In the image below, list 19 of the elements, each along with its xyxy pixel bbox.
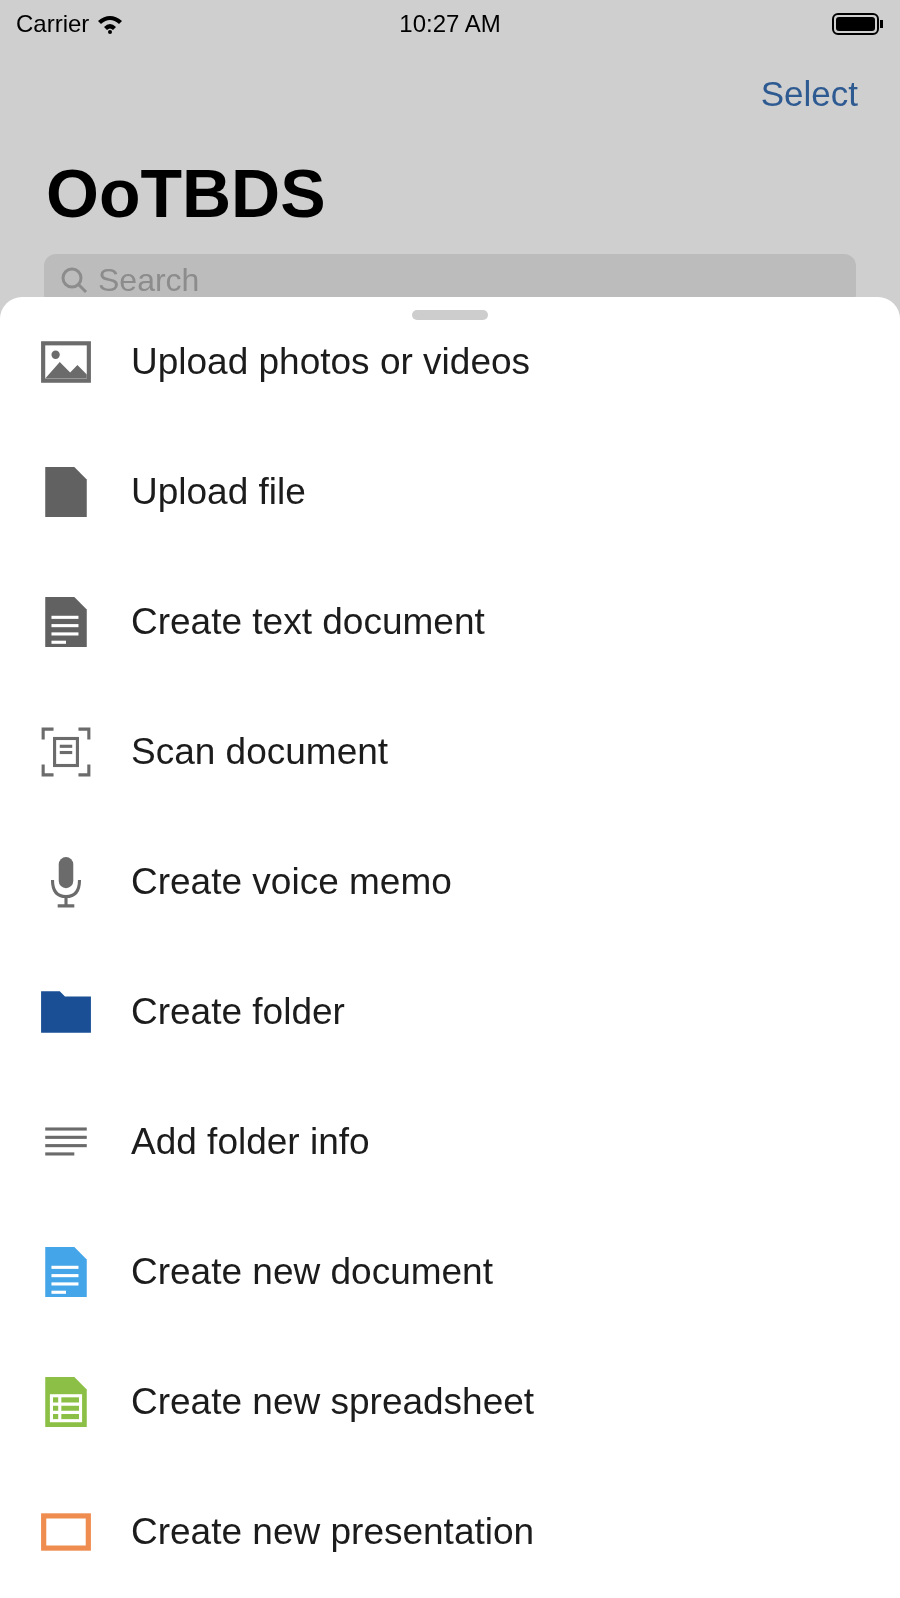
carrier-label: Carrier bbox=[16, 10, 90, 38]
menu-item[interactable]: Create voice memo bbox=[131, 861, 452, 903]
select-button[interactable]: Select bbox=[760, 74, 858, 114]
menu-item[interactable]: Upload photos or videos bbox=[131, 341, 531, 383]
page-title: OoTBDS bbox=[46, 154, 327, 232]
search-icon bbox=[60, 266, 88, 294]
battery-icon bbox=[832, 12, 884, 36]
menu-item[interactable]: Create text document bbox=[131, 601, 485, 643]
menu-item[interactable]: Upload file bbox=[131, 471, 306, 513]
menu-item[interactable]: Create new document bbox=[131, 1251, 493, 1293]
menu-item[interactable]: Scan document bbox=[131, 731, 389, 773]
sheet-grabber[interactable] bbox=[412, 310, 488, 320]
menu-item[interactable]: Add folder info bbox=[131, 1121, 370, 1163]
clock: 10:27 AM bbox=[399, 10, 501, 38]
menu-item[interactable]: Create new spreadsheet bbox=[131, 1381, 535, 1423]
menu-item[interactable]: Create folder bbox=[131, 991, 345, 1033]
menu-item[interactable]: Create new presentation bbox=[131, 1511, 535, 1553]
scan-icon bbox=[39, 725, 93, 779]
wifi-icon bbox=[97, 14, 124, 34]
